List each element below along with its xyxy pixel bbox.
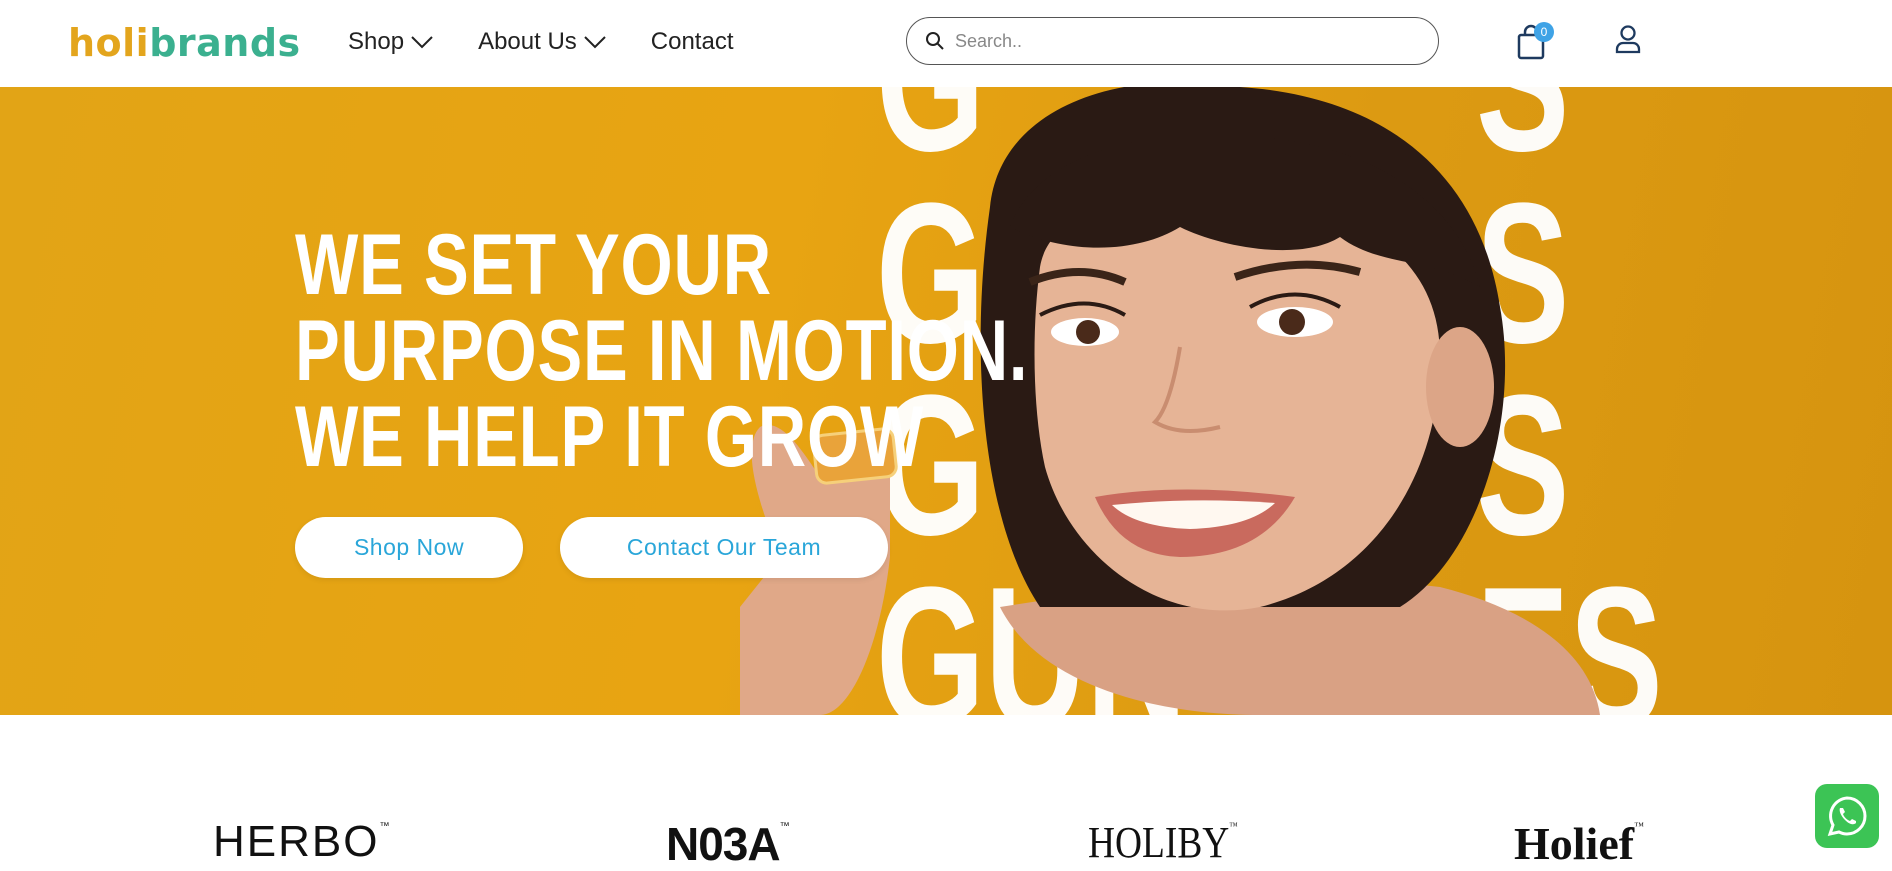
brand-name: N03A bbox=[666, 818, 781, 870]
trademark-symbol: ™ bbox=[1634, 821, 1644, 832]
search-icon[interactable] bbox=[925, 31, 945, 51]
main-nav: Shop About Us Contact bbox=[348, 22, 778, 62]
shop-now-button[interactable]: Shop Now bbox=[295, 517, 523, 578]
whatsapp-chat-button[interactable] bbox=[1815, 784, 1879, 848]
nav-shop-label: Shop bbox=[348, 28, 405, 55]
brand-logos-section: HERBO™ N03A™ HOLIBY™ Holief™ bbox=[0, 715, 1892, 870]
trademark-symbol: ™ bbox=[379, 821, 392, 832]
site-header: holibrands Shop About Us Contact 0 bbox=[0, 0, 1892, 87]
search-input[interactable] bbox=[953, 29, 1377, 53]
hero-banner: G S G S G S GUN ES bbox=[0, 87, 1892, 715]
brand-logo-holiby[interactable]: HOLIBY™ bbox=[1088, 817, 1238, 868]
headline-line: WE HELP IT GROW bbox=[295, 389, 925, 485]
search-box[interactable] bbox=[906, 17, 1439, 65]
nav-about-us-label: About Us bbox=[478, 28, 577, 55]
logo-part-holi: holi bbox=[68, 21, 150, 65]
brand-logo-n03a[interactable]: N03A™ bbox=[666, 817, 790, 871]
brand-logo-holief[interactable]: Holief™ bbox=[1514, 817, 1644, 870]
headline-line: WE SET YOUR bbox=[295, 217, 772, 313]
hero-headline: WE SET YOUR PURPOSE IN MOTION. WE HELP I… bbox=[295, 222, 1028, 480]
chevron-down-icon bbox=[411, 36, 433, 49]
logo-part-brands: brands bbox=[149, 21, 301, 65]
user-icon bbox=[1615, 25, 1641, 54]
nav-about-us[interactable]: About Us bbox=[478, 22, 607, 62]
brand-name: HOLIBY bbox=[1088, 818, 1230, 867]
account-button[interactable] bbox=[1614, 24, 1642, 58]
contact-our-team-button[interactable]: Contact Our Team bbox=[560, 517, 888, 578]
site-logo[interactable]: holibrands bbox=[68, 18, 301, 68]
headline-line: PURPOSE IN MOTION. bbox=[295, 303, 1029, 399]
trademark-symbol: ™ bbox=[1229, 821, 1238, 832]
nav-shop[interactable]: Shop bbox=[348, 22, 434, 62]
cart-button[interactable]: 0 bbox=[1516, 22, 1554, 62]
nav-contact[interactable]: Contact bbox=[651, 22, 734, 62]
cart-count-badge: 0 bbox=[1534, 22, 1554, 42]
nav-contact-label: Contact bbox=[650, 28, 734, 55]
chevron-down-icon bbox=[584, 36, 606, 49]
trademark-symbol: ™ bbox=[779, 821, 790, 832]
brand-name: HERBO bbox=[213, 817, 380, 866]
brand-logo-herbo[interactable]: HERBO™ bbox=[213, 817, 391, 867]
brand-name: Holief bbox=[1514, 818, 1635, 869]
whatsapp-icon bbox=[1827, 796, 1867, 837]
